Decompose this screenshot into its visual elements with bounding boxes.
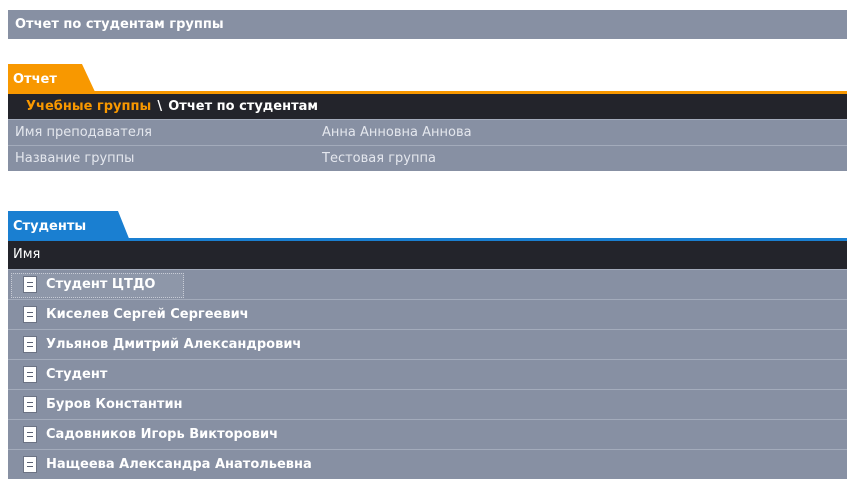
student-row[interactable]: Нащеева Александра Анатольевна bbox=[8, 449, 847, 479]
report-tab-row: Отчет bbox=[8, 64, 847, 94]
document-icon[interactable] bbox=[23, 396, 37, 413]
info-row-group: Название группы Тестовая группа bbox=[8, 145, 847, 171]
info-row-teacher: Имя преподавателя Анна Анновна Аннова bbox=[8, 119, 847, 145]
breadcrumb-link-study-groups[interactable]: Учебные группы bbox=[26, 99, 151, 114]
student-row[interactable]: Садовников Игорь Викторович bbox=[8, 419, 847, 449]
student-row[interactable]: Студент ЦТДО bbox=[8, 269, 847, 299]
student-name[interactable]: Студент bbox=[46, 360, 107, 389]
group-value: Тестовая группа bbox=[322, 151, 436, 166]
document-icon[interactable] bbox=[23, 276, 37, 293]
students-tab-underline bbox=[8, 238, 847, 241]
student-name[interactable]: Садовников Игорь Викторович bbox=[46, 420, 278, 449]
students-tab[interactable]: Студенты bbox=[8, 211, 130, 241]
report-section: Отчет Учебные группы \ Отчет по студента… bbox=[8, 64, 847, 171]
group-label: Название группы bbox=[15, 151, 135, 166]
student-row[interactable]: Киселев Сергей Сергеевич bbox=[8, 299, 847, 329]
breadcrumb-current: Отчет по студентам bbox=[168, 99, 319, 114]
students-section: Студенты Имя Студент ЦТДО Киселев Сергей… bbox=[8, 211, 847, 479]
document-icon[interactable] bbox=[23, 306, 37, 323]
student-name[interactable]: Нащеева Александра Анатольевна bbox=[46, 450, 312, 479]
breadcrumb: Учебные группы \ Отчет по студентам bbox=[8, 94, 847, 119]
document-icon[interactable] bbox=[23, 336, 37, 353]
document-icon[interactable] bbox=[23, 366, 37, 383]
teacher-value: Анна Анновна Аннова bbox=[322, 125, 472, 140]
student-row[interactable]: Ульянов Дмитрий Александрович bbox=[8, 329, 847, 359]
student-row[interactable]: Студент bbox=[8, 359, 847, 389]
students-tab-row: Студенты bbox=[8, 211, 847, 241]
column-header-name[interactable]: Имя bbox=[8, 241, 847, 269]
document-icon[interactable] bbox=[23, 426, 37, 443]
report-tab-underline bbox=[8, 91, 847, 94]
student-name[interactable]: Буров Константин bbox=[46, 390, 183, 419]
page-title: Отчет по студентам группы bbox=[8, 10, 847, 39]
document-icon[interactable] bbox=[23, 456, 37, 473]
student-row[interactable]: Буров Константин bbox=[8, 389, 847, 419]
report-tab[interactable]: Отчет bbox=[8, 64, 96, 94]
student-name[interactable]: Студент ЦТДО bbox=[46, 270, 155, 299]
student-name[interactable]: Киселев Сергей Сергеевич bbox=[46, 300, 249, 329]
student-name[interactable]: Ульянов Дмитрий Александрович bbox=[46, 330, 301, 359]
breadcrumb-separator: \ bbox=[157, 99, 163, 114]
teacher-label: Имя преподавателя bbox=[15, 125, 152, 140]
